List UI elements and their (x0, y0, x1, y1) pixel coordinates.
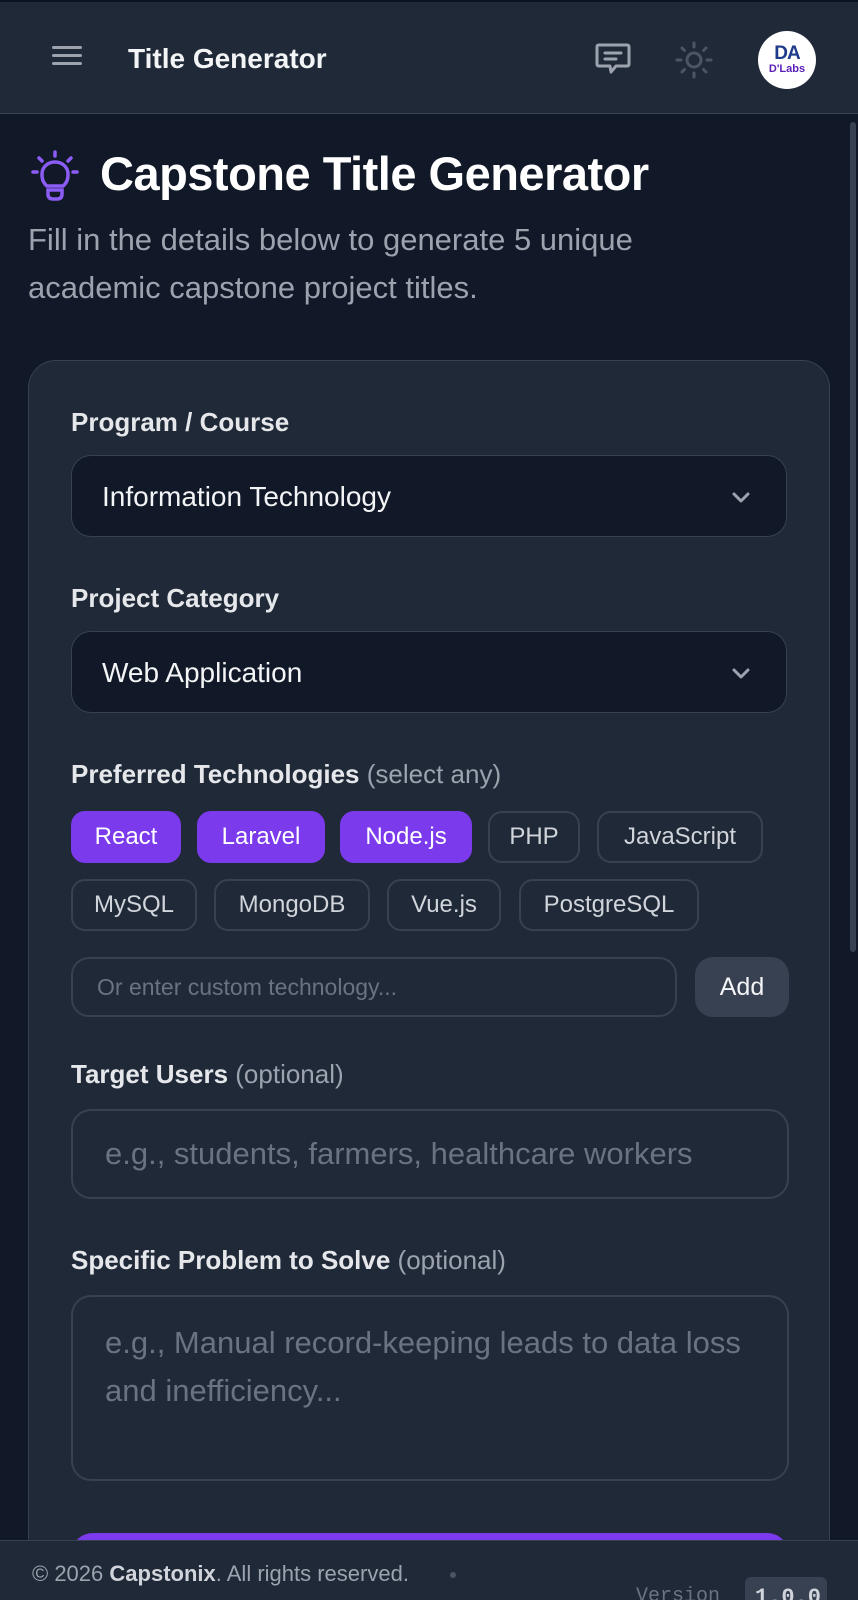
app-title: Title Generator (128, 43, 327, 74)
sun-icon[interactable] (674, 40, 714, 80)
footer: © 2026 Capstonix. All rights reserved. V… (0, 1540, 858, 1600)
tech-chip-react[interactable]: React (71, 811, 181, 863)
tech-chip-mysql[interactable]: MySQL (71, 879, 197, 931)
top-app-bar: Title Generator DA D'Labs (0, 0, 858, 114)
technologies-label: Preferred Technologies (select any) (71, 759, 501, 790)
tech-chip-mongodb[interactable]: MongoDB (214, 879, 370, 931)
lightbulb-icon (30, 150, 80, 202)
category-select-value: Web Application (102, 657, 303, 688)
tech-chip-postgresql[interactable]: PostgreSQL (519, 879, 699, 931)
generator-form-card: Program / Course Information Technology … (28, 360, 830, 1600)
avatar-logo-mark: DA (774, 43, 800, 64)
problem-label-text: Specific Problem to Solve (71, 1245, 391, 1275)
program-select-value: Information Technology (102, 481, 391, 512)
page-title: Capstone Title Generator (100, 147, 649, 200)
footer-separator-dot (450, 1572, 456, 1578)
menu-icon[interactable] (48, 42, 88, 78)
tech-chip-vuejs[interactable]: Vue.js (387, 879, 501, 931)
problem-textarea[interactable] (71, 1295, 789, 1481)
technologies-label-text: Preferred Technologies (71, 759, 360, 789)
target-users-label-text: Target Users (71, 1059, 229, 1089)
chat-icon[interactable] (594, 42, 634, 78)
tech-chip-javascript[interactable]: JavaScript (597, 811, 763, 863)
copyright-prefix: © 2026 (32, 1561, 104, 1586)
tech-chip-php[interactable]: PHP (488, 811, 580, 863)
problem-label: Specific Problem to Solve (optional) (71, 1245, 506, 1276)
avatar-logo-text: D'Labs (768, 63, 806, 75)
version-badge: 1.0.0 (745, 1577, 827, 1600)
tech-chip-laravel[interactable]: Laravel (197, 811, 325, 863)
tech-chip-nodejs[interactable]: Node.js (340, 811, 472, 863)
technologies-hint: (select any) (366, 759, 502, 789)
custom-technology-input[interactable] (71, 957, 677, 1017)
copyright-suffix: . All rights reserved. (215, 1561, 409, 1586)
category-select[interactable]: Web Application (71, 631, 787, 713)
target-users-label: Target Users (optional) (71, 1059, 344, 1090)
target-users-input[interactable] (71, 1109, 789, 1199)
target-users-hint: (optional) (235, 1059, 344, 1089)
program-label: Program / Course (71, 407, 290, 437)
version-label: Version (636, 1585, 721, 1600)
chevron-down-icon (732, 668, 750, 679)
add-technology-button[interactable]: Add (695, 957, 789, 1017)
category-label: Project Category (71, 583, 280, 613)
problem-hint: (optional) (397, 1245, 506, 1275)
copyright-text: © 2026 Capstonix. All rights reserved. (32, 1561, 409, 1587)
scrollbar-thumb[interactable] (850, 122, 856, 952)
chevron-down-icon (732, 492, 750, 503)
avatar[interactable]: DA D'Labs (758, 31, 816, 89)
program-select[interactable]: Information Technology (71, 455, 787, 537)
brand-name: Capstonix (109, 1561, 216, 1586)
page-subtitle: Fill in the details below to generate 5 … (28, 222, 633, 305)
